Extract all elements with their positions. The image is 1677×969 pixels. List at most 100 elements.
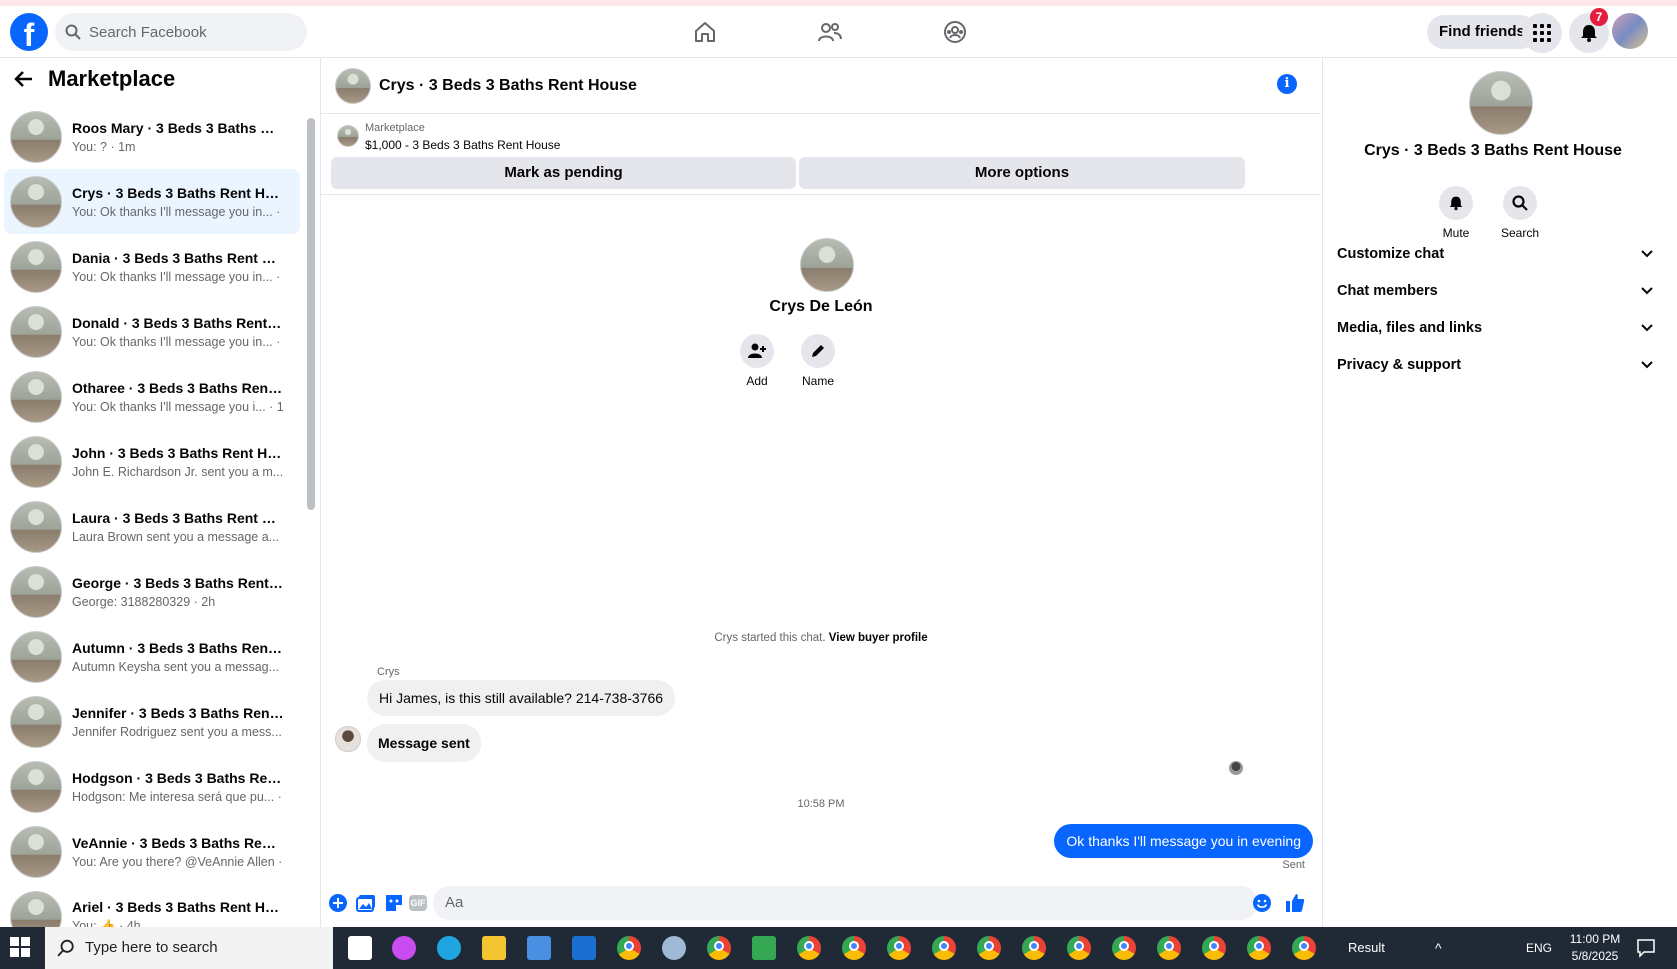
photo-icon[interactable]	[355, 892, 377, 914]
clock-date: 5/8/2025	[1571, 949, 1619, 963]
conversation-item[interactable]: Hodgson · 3 Beds 3 Baths Rent ... Hodgson…	[4, 754, 300, 819]
menu-grid-icon[interactable]	[1522, 13, 1562, 53]
sender-avatar[interactable]	[335, 726, 361, 752]
facebook-logo[interactable]: f	[10, 13, 48, 51]
profile-avatar[interactable]	[1612, 13, 1648, 49]
conversation-text: Jennifer · 3 Beds 3 Baths Rent H... Jenni…	[72, 705, 284, 739]
list-scrollbar[interactable]	[307, 118, 315, 927]
conversation-preview: You: Are you there? @VeAnnie Allen · 4h	[72, 854, 284, 869]
app-icon[interactable]	[752, 936, 776, 960]
home-icon[interactable]	[690, 17, 720, 47]
search-input[interactable]: Search Facebook	[55, 13, 307, 51]
chrome-icon[interactable]	[977, 936, 1001, 960]
conversation-item[interactable]: Donald · 3 Beds 3 Baths Rent H... You: Ok…	[4, 299, 300, 364]
app-icon[interactable]	[662, 936, 686, 960]
tray-chevron-icon[interactable]: ^	[1435, 927, 1442, 969]
panel-title: Marketplace	[14, 66, 175, 92]
outlook-icon[interactable]	[572, 936, 596, 960]
thumbs-up-icon[interactable]	[1284, 892, 1306, 914]
friends-icon[interactable]	[815, 17, 845, 47]
copilot-icon[interactable]	[392, 936, 416, 960]
name-action[interactable]: Name	[788, 334, 848, 388]
view-buyer-profile-link[interactable]: View buyer profile	[829, 632, 928, 644]
mute-bell-icon[interactable]	[1439, 186, 1473, 220]
chat-avatar[interactable]	[335, 67, 371, 104]
details-section[interactable]: Privacy & support	[1337, 357, 1653, 373]
outgoing-message[interactable]: Ok thanks I'll message you in evening	[1054, 824, 1313, 858]
chrome-icon[interactable]	[1247, 936, 1271, 960]
incoming-message[interactable]: Message sent	[367, 724, 481, 762]
task-view-icon[interactable]	[348, 936, 372, 960]
details-section[interactable]: Customize chat	[1337, 246, 1653, 262]
mark-as-pending-button[interactable]: Mark as pending	[331, 157, 796, 189]
details-avatar[interactable]	[1469, 71, 1533, 135]
weather-result[interactable]: Result	[1348, 927, 1385, 969]
taskbar-search-input[interactable]: Type here to search	[45, 927, 333, 969]
conversation-avatar	[10, 760, 62, 813]
chrome-icon[interactable]	[1067, 936, 1091, 960]
incoming-message[interactable]: Hi James, is this still available? 214-7…	[367, 680, 676, 716]
contact-name: Crys De León	[769, 298, 873, 315]
chrome-icon[interactable]	[707, 936, 731, 960]
system-clock[interactable]: 11:00 PM 5/8/2025	[1560, 931, 1630, 965]
more-options-button[interactable]: More options	[799, 157, 1245, 189]
emoji-icon[interactable]	[1251, 892, 1273, 914]
listing-title[interactable]: $1,000 - 3 Beds 3 Baths Rent House	[365, 138, 560, 152]
add-action[interactable]: Add	[727, 334, 787, 388]
file-explorer-icon[interactable]	[482, 936, 506, 960]
pencil-icon[interactable]	[801, 334, 835, 368]
mute-action[interactable]: Mute	[1426, 186, 1486, 240]
chat-started-notice: Crys started this chat. View buyer profi…	[321, 632, 1321, 644]
conversation-preview: Autumn Keysha sent you a messag... · 2h	[72, 659, 284, 674]
groups-icon[interactable]	[940, 17, 970, 47]
chrome-icon[interactable]	[1022, 936, 1046, 960]
chrome-icon[interactable]	[1202, 936, 1226, 960]
chrome-icon[interactable]	[932, 936, 956, 960]
scroll-thumb[interactable]	[307, 118, 315, 510]
notification-center-icon[interactable]	[1636, 938, 1656, 958]
details-section-label: Media, files and links	[1337, 320, 1483, 336]
contact-avatar[interactable]	[800, 238, 854, 292]
conversation-item[interactable]: Otharee · 3 Beds 3 Baths Rent H... You: O…	[4, 364, 300, 429]
conversation-preview: You: Ok thanks I'll message you in... · …	[72, 269, 284, 284]
chrome-icon[interactable]	[1292, 936, 1316, 960]
conversation-item[interactable]: George · 3 Beds 3 Baths Rent H... George:…	[4, 559, 300, 624]
chrome-icon[interactable]	[617, 936, 641, 960]
gif-icon[interactable]: GIF	[409, 895, 427, 911]
chrome-icon[interactable]	[842, 936, 866, 960]
plus-icon[interactable]	[327, 892, 349, 914]
conversation-item[interactable]: Dania · 3 Beds 3 Baths Rent Hou... You: O…	[4, 234, 300, 299]
search-icon[interactable]	[1503, 186, 1537, 220]
listing-thumbnail[interactable]	[337, 125, 359, 147]
page-scrollbar[interactable]	[1662, 58, 1677, 927]
chat-title[interactable]: Crys · 3 Beds 3 Baths Rent House	[379, 77, 637, 95]
windows-start-icon[interactable]	[10, 937, 30, 962]
store-icon[interactable]	[527, 936, 551, 960]
conversation-item[interactable]: Laura · 3 Beds 3 Baths Rent House Laura B…	[4, 494, 300, 559]
conversation-item[interactable]: Autumn · 3 Beds 3 Baths Rent H... Autumn …	[4, 624, 300, 689]
chrome-icon[interactable]	[797, 936, 821, 960]
conversation-item[interactable]: Jennifer · 3 Beds 3 Baths Rent H... Jenni…	[4, 689, 300, 754]
conversation-preview: You: Ok thanks I'll message you in... · …	[72, 334, 284, 349]
conversation-avatar	[10, 565, 62, 618]
chrome-icon[interactable]	[1157, 936, 1181, 960]
sticker-icon[interactable]	[383, 892, 405, 914]
details-section[interactable]: Chat members	[1337, 283, 1653, 299]
language-indicator[interactable]: ENG	[1526, 927, 1552, 969]
conversation-item[interactable]: VeAnnie · 3 Beds 3 Baths Rent H... You: A…	[4, 819, 300, 884]
add-person-icon[interactable]	[740, 334, 774, 368]
chrome-icon[interactable]	[1112, 936, 1136, 960]
conversation-item[interactable]: Roos Mary · 3 Beds 3 Baths Rent... You: ?…	[4, 104, 300, 169]
chrome-icon[interactable]	[887, 936, 911, 960]
conversation-item[interactable]: John · 3 Beds 3 Baths Rent House John E. …	[4, 429, 300, 494]
search-action[interactable]: Search	[1490, 186, 1550, 240]
conversation-preview: Laura Brown sent you a message a... · 1h	[72, 529, 284, 544]
conversation-item[interactable]: Ariel · 3 Beds 3 Baths Rent House You: 👍 …	[4, 884, 300, 927]
details-section[interactable]: Media, files and links	[1337, 320, 1653, 336]
conversation-item[interactable]: Crys · 3 Beds 3 Baths Rent House You: Ok …	[4, 169, 300, 234]
info-icon[interactable]: i	[1277, 74, 1297, 94]
edge-icon[interactable]	[437, 936, 461, 960]
back-arrow-icon[interactable]	[14, 69, 34, 89]
find-friends-button[interactable]: Find friends	[1427, 15, 1537, 49]
message-input[interactable]: Aa	[433, 886, 1258, 920]
